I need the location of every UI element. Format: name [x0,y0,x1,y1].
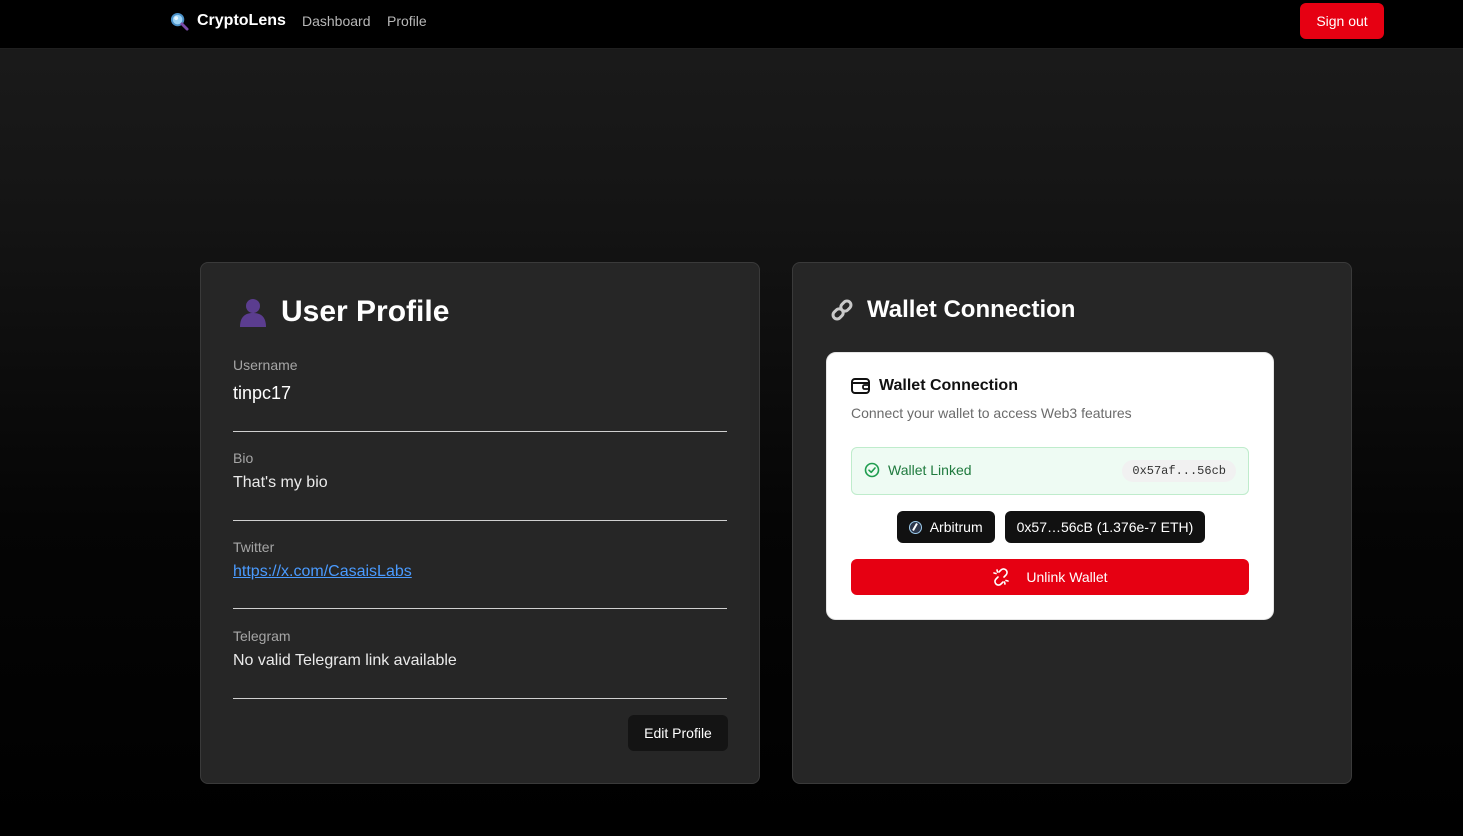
link-icon [831,299,853,321]
username-label: Username [233,357,298,373]
check-circle-icon [864,462,880,478]
magnifier-icon [170,12,189,31]
user-profile-card: User Profile Username tinpc17 Bio That's… [200,262,760,784]
top-navbar: CryptoLens Dashboard Profile Sign out [0,0,1463,49]
wallet-panel: Wallet Connection Connect your wallet to… [826,352,1274,620]
nav-link-dashboard[interactable]: Dashboard [302,13,371,29]
wallet-title: Wallet Connection [829,296,1075,324]
wallet-linked-status: Wallet Linked 0x57af...56cb [851,447,1249,495]
bio-label: Bio [233,450,254,466]
network-button[interactable]: Arbitrum [896,511,995,543]
telegram-label: Telegram [233,628,291,644]
username-value: tinpc17 [233,383,292,403]
wallet-chips-row: Arbitrum 0x57…56cB (1.376e-7 ETH) [827,511,1275,543]
wallet-panel-title-text: Wallet Connection [879,377,1018,394]
account-button[interactable]: 0x57…56cB (1.376e-7 ETH) [1004,511,1206,543]
wallet-address-badge: 0x57af...56cb [1122,460,1236,482]
divider [233,698,727,699]
nav-link-profile[interactable]: Profile [387,13,427,29]
unlink-wallet-label: Unlink Wallet [1026,569,1108,585]
sign-out-button[interactable]: Sign out [1300,3,1384,39]
profile-title-text: User Profile [281,295,450,328]
divider [233,431,727,432]
unlink-wallet-button[interactable]: Unlink Wallet [851,559,1249,595]
twitter-link[interactable]: https://x.com/CasaisLabs [233,563,412,580]
bio-field: Bio That's my bio [233,450,727,492]
wallet-panel-subtitle: Connect your wallet to access Web3 featu… [851,405,1132,421]
user-silhouette-icon [240,299,266,327]
network-label: Arbitrum [929,519,983,535]
bio-value: That's my bio [233,474,328,491]
wallet-title-text: Wallet Connection [867,296,1076,323]
username-field: Username tinpc17 [233,357,727,404]
twitter-label: Twitter [233,539,275,555]
brand[interactable]: CryptoLens [170,11,286,31]
telegram-field: Telegram No valid Telegram link availabl… [233,628,727,670]
divider [233,608,727,609]
twitter-value: https://x.com/CasaisLabs [233,563,727,581]
wallet-connection-card: Wallet Connection Wallet Connection Conn… [792,262,1352,784]
twitter-field: Twitter https://x.com/CasaisLabs [233,539,727,581]
wallet-panel-title: Wallet Connection [851,377,1018,395]
wallet-icon [851,378,870,394]
arbitrum-icon [908,520,922,534]
telegram-value: No valid Telegram link available [233,652,457,669]
wallet-linked-label-group: Wallet Linked [864,462,972,478]
account-label: 0x57…56cB (1.376e-7 ETH) [1016,519,1194,535]
profile-title: User Profile [237,295,449,329]
brand-name: CryptoLens [197,12,286,29]
edit-profile-button[interactable]: Edit Profile [628,715,728,751]
wallet-linked-text: Wallet Linked [888,462,972,478]
unlink-icon [993,568,1010,586]
divider [233,520,727,521]
